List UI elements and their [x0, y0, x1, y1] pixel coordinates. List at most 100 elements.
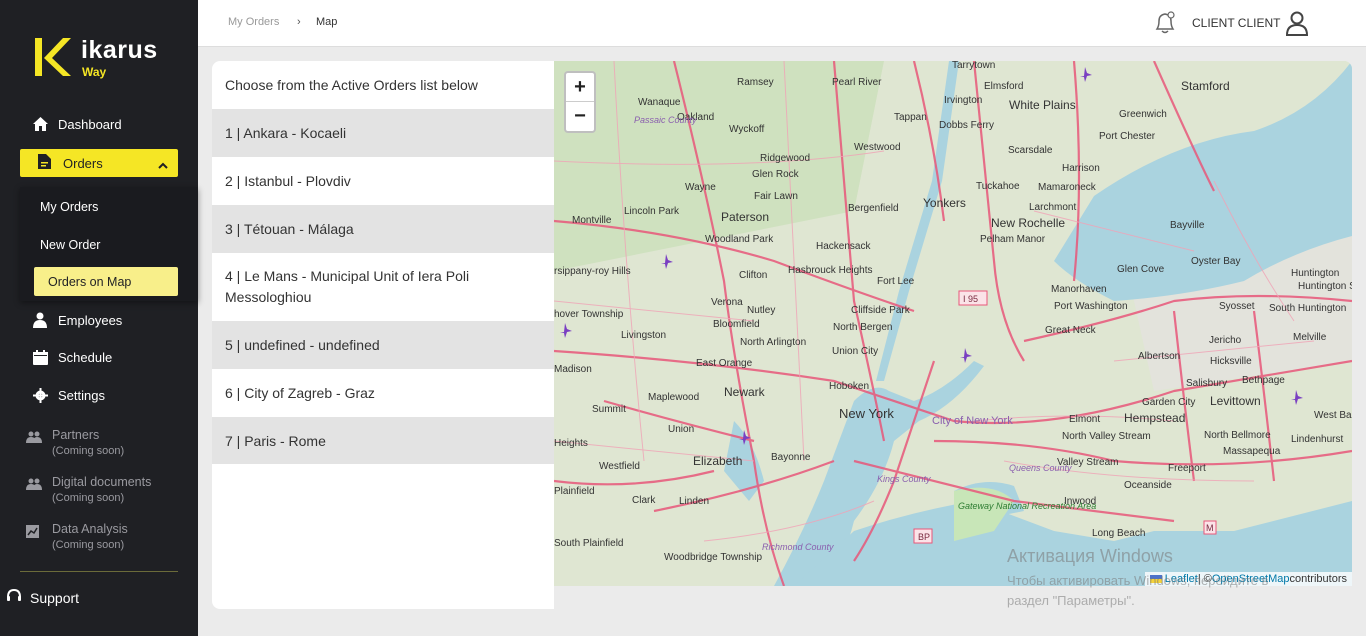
map-label: Montville [572, 215, 612, 226]
map-label: Fort Lee [877, 276, 915, 287]
map-label: Dobbs Ferry [939, 120, 994, 131]
breadcrumb-my-orders[interactable]: My Orders [228, 16, 279, 28]
map-label: Manorhaven [1051, 284, 1107, 295]
order-item[interactable]: 2 | Istanbul - Plovdiv [212, 157, 554, 205]
map-label: Lindenhurst [1291, 434, 1343, 445]
orders-panel-heading: Choose from the Active Orders list below [225, 77, 478, 93]
nav-my-orders[interactable]: My Orders [40, 197, 98, 217]
map-label: Cliffside Park [851, 305, 911, 316]
top-bar: My Orders › Map CLIENT CLIENT [198, 0, 1366, 47]
map-label: Madison [554, 364, 592, 375]
map-label: Lincoln Park [624, 206, 680, 217]
map-label: BP [918, 532, 930, 542]
home-icon [32, 116, 48, 132]
map-label: North Bergen [833, 322, 892, 333]
nav-orders-on-map[interactable]: Orders on Map [34, 267, 178, 296]
map-label: Linden [679, 496, 709, 507]
map-label: North Valley Stream [1062, 431, 1151, 442]
orders-panel: Choose from the Active Orders list below… [212, 61, 554, 609]
map-label: Woodbridge Township [664, 552, 762, 563]
nav-dashboard[interactable]: Dashboard [32, 110, 122, 138]
nav-schedule[interactable]: Schedule [32, 343, 112, 371]
user-icon[interactable] [1285, 10, 1309, 36]
nav-new-order[interactable]: New Order [40, 235, 100, 255]
order-item[interactable]: 1 | Ankara - Kocaeli [212, 109, 554, 157]
map-label: South Huntington [1269, 303, 1346, 314]
map-label: Summit [592, 404, 626, 415]
map-label: Massapequa [1223, 446, 1281, 457]
map-label: New York [839, 406, 894, 421]
map-label: Fair Lawn [754, 191, 798, 202]
map-label: Great Neck [1045, 325, 1097, 336]
breadcrumb-current: Map [316, 16, 338, 28]
map-tiles: Tarrytown Ramsey Pearl River Elmsford Wh… [554, 61, 1352, 586]
map-label: Livingston [621, 330, 666, 341]
map-label: Passaic County [634, 115, 697, 125]
partners-label: Partners [52, 428, 100, 442]
zoom-in-button[interactable]: + [566, 73, 594, 102]
coming-soon-label: (Coming soon) [52, 445, 125, 457]
map-label: Hackensack [816, 241, 871, 252]
map-label: South Plainfield [554, 538, 624, 549]
map-label: Hempstead [1124, 411, 1185, 425]
map-label: Tarrytown [952, 61, 995, 71]
nav-employees-label: Employees [58, 312, 123, 328]
map-label: Port Chester [1099, 131, 1156, 142]
bell-icon[interactable] [1153, 10, 1177, 36]
order-item[interactable]: 3 | Tétouan - Málaga [212, 205, 554, 253]
map-label: Greenwich [1119, 109, 1167, 120]
order-item[interactable]: 4 | Le Mans - Municipal Unit of Iera Pol… [212, 253, 554, 321]
nav-settings[interactable]: Settings [32, 381, 105, 409]
nav-orders-label: Orders [63, 155, 103, 171]
map-label: Tuckahoe [976, 181, 1020, 192]
map-label: Queens County [1009, 463, 1072, 473]
map-label: Union [668, 424, 694, 435]
map-label: Clark [632, 495, 656, 506]
calendar-icon [32, 349, 48, 365]
brand-sub: Way [82, 65, 107, 79]
map-label: Glen Cove [1117, 264, 1165, 275]
map-label: Harrison [1062, 163, 1100, 174]
map-label: Hasbrouck Heights [788, 265, 872, 276]
order-item[interactable]: 6 | City of Zagreb - Graz [212, 369, 554, 417]
map-label: Heights [554, 438, 588, 449]
map-label: Yonkers [923, 196, 966, 210]
map-label: Huntington [1291, 268, 1339, 279]
document-icon [38, 154, 51, 172]
nav-employees[interactable]: Employees [32, 306, 122, 334]
order-item[interactable]: 7 | Paris - Rome [212, 417, 554, 464]
zoom-out-button[interactable]: − [566, 102, 594, 131]
support-link[interactable]: Support [6, 588, 79, 607]
order-item[interactable]: 5 | undefined - undefined [212, 321, 554, 369]
nav-digital-documents: Digital documents (Coming soon) [26, 475, 151, 504]
brand-name: ikarus [81, 36, 158, 64]
map-view[interactable]: Tarrytown Ramsey Pearl River Elmsford Wh… [554, 61, 1352, 586]
map-label: Elmont [1069, 414, 1100, 425]
map-label: Richmond County [762, 542, 834, 552]
map-label: hover Township [554, 309, 624, 320]
breadcrumb-separator: › [297, 16, 301, 28]
map-label: Glen Rock [752, 169, 800, 180]
map-label: Plainfield [554, 486, 595, 497]
map-label: Kings County [877, 474, 931, 484]
support-label: Support [30, 589, 80, 606]
map-label: Levittown [1210, 394, 1261, 408]
map-label: Union City [832, 346, 878, 357]
nav-orders[interactable]: Orders [20, 149, 178, 177]
attribution-suffix: contributors [1289, 573, 1347, 585]
map-label: Garden City [1142, 397, 1195, 408]
map-label: Newark [724, 385, 766, 399]
logo[interactable]: ikarus Way [35, 36, 165, 80]
map-label: Port Washington [1054, 301, 1128, 312]
headset-icon [6, 588, 22, 607]
coming-soon-label: (Coming soon) [52, 539, 125, 551]
people-icon [26, 431, 42, 457]
map-label: Westfield [599, 461, 640, 472]
map-label: Verona [711, 297, 743, 308]
coming-soon-label: (Coming soon) [52, 492, 125, 504]
map-label: M [1206, 523, 1214, 533]
people-icon [26, 478, 42, 504]
map-label: Gateway National Recreation Area [958, 501, 1096, 511]
user-name[interactable]: CLIENT CLIENT [1192, 16, 1280, 30]
map-label: Oyster Bay [1191, 256, 1240, 267]
